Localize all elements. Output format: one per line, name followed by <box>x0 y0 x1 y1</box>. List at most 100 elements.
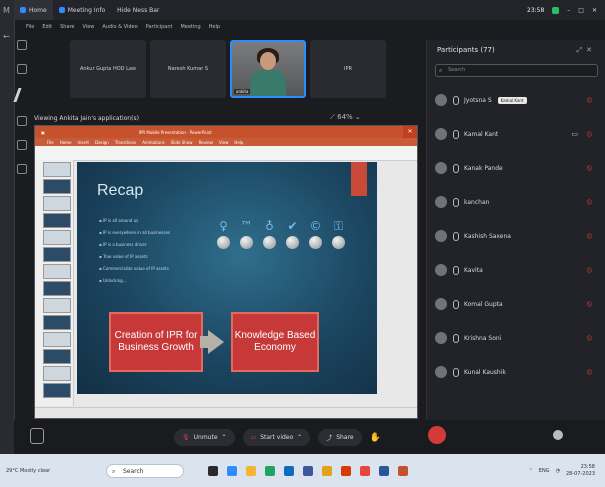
mic-muted-icon: ⦸ <box>586 95 592 104</box>
view-options[interactable]: ⟋ 64% ⌄ <box>330 113 361 122</box>
menu-participant[interactable]: Participant <box>146 24 173 30</box>
weather-widget[interactable]: 29°C Mostly clear <box>0 468 56 474</box>
tab-home[interactable]: Home <box>14 0 53 20</box>
slide-bullet: IP is all around us <box>99 218 219 223</box>
mic-muted-icon: ⦸ <box>586 299 592 308</box>
bezel-mark: M <box>3 6 10 15</box>
participant-tile[interactable]: Naresh Kumar S <box>150 40 226 98</box>
store-icon[interactable] <box>284 465 294 476</box>
tab-meeting-info[interactable]: Meeting Info <box>53 7 111 14</box>
tab-meeting-info-label: Meeting Info <box>67 6 106 14</box>
participant-row[interactable]: Kunal Kaushik ⦸ <box>427 355 605 389</box>
participants-icon[interactable] <box>553 430 563 440</box>
menu-help[interactable]: Help <box>209 24 220 30</box>
ribbon-tab: Slide Show <box>170 139 193 145</box>
participant-row[interactable]: kanchan ⦸ <box>427 185 605 219</box>
participants-header: Participants (77) ⤢✕ <box>427 40 605 60</box>
leave-button[interactable] <box>428 426 446 444</box>
right-arrow-icon <box>200 330 224 354</box>
rail-icon[interactable] <box>17 64 27 74</box>
ip-figure: ♀ <box>217 220 230 249</box>
avatar <box>435 128 447 140</box>
slide-title: Recap <box>97 182 144 199</box>
slide-thumbnail <box>43 213 71 228</box>
app-icon[interactable] <box>398 465 408 476</box>
start-video-button[interactable]: ▭ Start video ⌃ <box>242 428 311 446</box>
rail-icon[interactable] <box>17 116 27 126</box>
participants-title: Participants (77) <box>437 46 495 54</box>
participant-row[interactable]: Jyotsna S Kamal Kant ⦸ <box>427 83 605 117</box>
menu-file[interactable]: File <box>26 24 34 30</box>
ribbon-tab: View <box>218 139 229 145</box>
participant-tile[interactable]: Ankur Gupta HOD Law <box>70 40 146 98</box>
tab-hide-bar[interactable]: Hide Ness Bar <box>111 7 165 14</box>
word-icon[interactable] <box>379 465 389 476</box>
slide-bullet: IP is everywhere in all businesses <box>99 230 219 235</box>
participant-row[interactable]: Kashish Saxena ⦸ <box>427 219 605 253</box>
mic-muted-icon: ⦸ <box>586 163 592 172</box>
slide-thumbnail <box>43 230 71 245</box>
share-button[interactable]: ⤴ Share <box>318 428 362 446</box>
hand-icon[interactable]: ✋ <box>370 429 381 446</box>
chevron-up-icon[interactable]: ⌃ <box>297 434 302 441</box>
menu-meeting[interactable]: Meeting <box>180 24 200 30</box>
menu-share[interactable]: Share <box>60 24 74 30</box>
slide-thumbnails <box>35 160 74 406</box>
participant-row[interactable]: Kavita ⦸ <box>427 253 605 287</box>
avatar <box>435 264 447 276</box>
ip-figure: ™ <box>240 220 253 249</box>
rail-icon[interactable] <box>17 164 27 174</box>
rail-icon[interactable] <box>17 40 27 50</box>
mic-icon <box>453 265 459 275</box>
menu-view[interactable]: View <box>83 24 95 30</box>
video-off-icon: ▭ <box>250 433 257 441</box>
participant-row[interactable]: Kanak Pande ⦸ <box>427 151 605 185</box>
wifi-icon[interactable]: ◔ <box>556 468 560 474</box>
participant-row[interactable]: Krishna Soni ⦸ <box>427 321 605 355</box>
participant-row[interactable]: Komal Gupta ⦸ <box>427 287 605 321</box>
security-icon[interactable] <box>30 428 44 444</box>
avatar <box>435 366 447 378</box>
unmute-button[interactable]: 🎙 Unmute ⌃ <box>174 428 235 446</box>
chevron-up-icon[interactable]: ⌃ <box>222 434 227 441</box>
figure-head-icon <box>309 236 322 249</box>
app-icon[interactable] <box>322 465 332 476</box>
slide-bullet: IP is a business driver <box>99 242 219 247</box>
video-gallery: Ankur Gupta HOD Law Naresh Kumar S ankit… <box>70 40 410 98</box>
mic-off-icon: 🎙 <box>182 433 190 441</box>
participant-tile[interactable]: IPR <box>310 40 386 98</box>
share-icon: ⤴ <box>326 434 333 442</box>
app-icon[interactable] <box>303 465 313 476</box>
close-icon[interactable]: ✕ <box>592 7 597 14</box>
task-view-icon[interactable] <box>208 465 218 476</box>
zoom-titlebar: Home Meeting Info Hide Ness Bar 23:58 – … <box>14 0 605 20</box>
participant-video-tile[interactable]: ankita <box>230 40 306 98</box>
mic-icon <box>453 231 459 241</box>
edge-icon[interactable] <box>265 465 275 476</box>
minimize-icon[interactable]: – <box>567 7 570 14</box>
taskbar-clock[interactable]: 23:58 28-07-2023 <box>566 464 595 478</box>
ribbon-tab: Insert <box>77 139 89 145</box>
shared-powerpoint-window: ▣ IPR Mobile Presentation · PowerPoint ✕… <box>34 125 418 419</box>
file-explorer-icon[interactable] <box>246 465 256 476</box>
rail-icon[interactable] <box>17 140 27 150</box>
chrome-icon[interactable] <box>360 465 370 476</box>
participant-name: Komal Gupta <box>464 300 503 308</box>
maximize-icon[interactable]: □ <box>578 7 584 14</box>
participant-row[interactable]: Kamal Kant ▭ ⦸ <box>427 117 605 151</box>
participant-name: Kavita <box>464 266 483 274</box>
security-shield-icon[interactable] <box>552 6 560 14</box>
menu-audio-video[interactable]: Audio & Video <box>102 24 137 30</box>
pen-icon[interactable] <box>12 88 32 102</box>
zoom-app-icon[interactable] <box>227 465 237 476</box>
clock-date: 28-07-2023 <box>565 470 595 477</box>
mic-icon <box>453 163 459 173</box>
taskbar-search[interactable]: Search <box>106 463 184 479</box>
panel-window-controls[interactable]: ⤢✕ <box>577 46 596 55</box>
mic-icon <box>453 129 459 139</box>
participant-search-input[interactable]: Search <box>435 64 598 77</box>
powerpoint-icon[interactable] <box>341 465 351 476</box>
language-indicator[interactable]: ENG <box>539 468 550 474</box>
chevron-up-icon[interactable]: ⌃ <box>529 468 533 474</box>
menu-edit[interactable]: Edit <box>42 24 52 30</box>
